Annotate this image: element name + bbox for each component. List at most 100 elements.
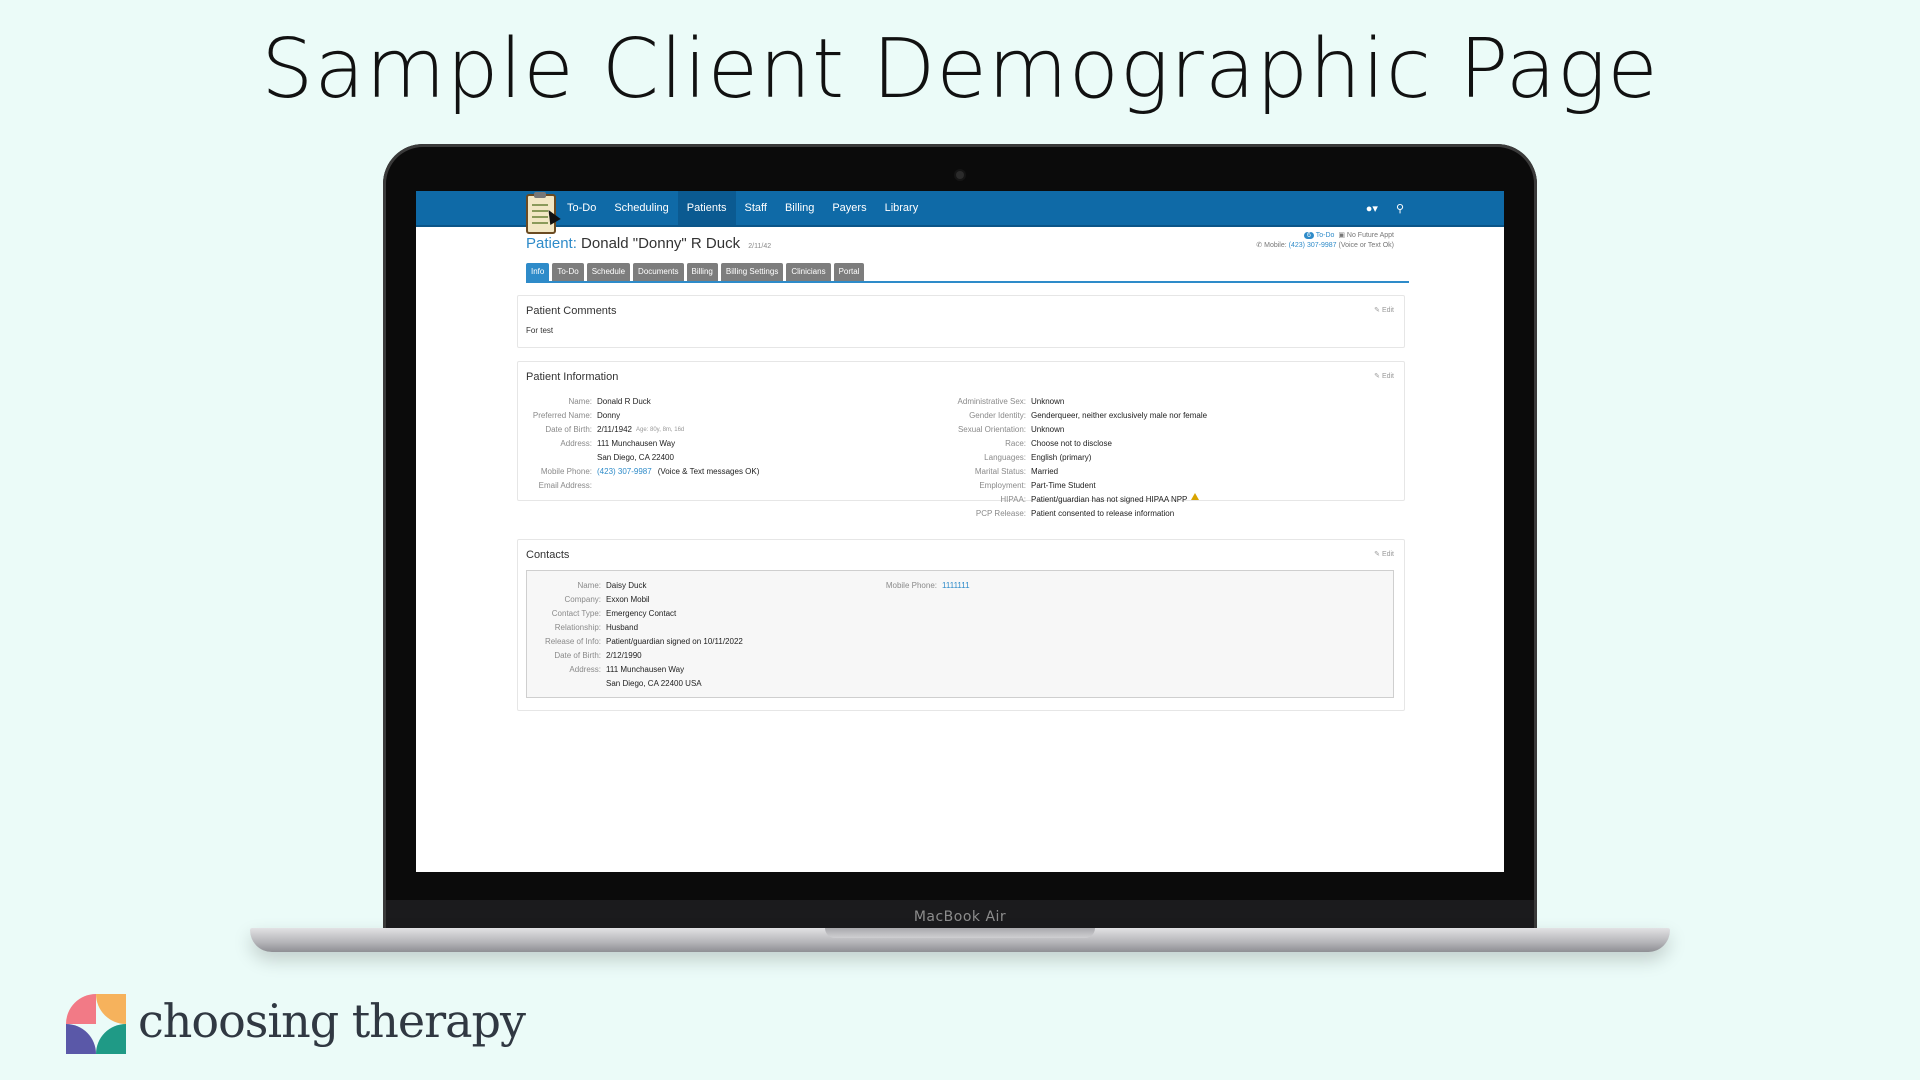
- user-icon[interactable]: ●▾: [1366, 202, 1378, 215]
- panel-title: Contacts: [526, 549, 570, 561]
- mobile-link[interactable]: (423) 307-9987: [1289, 242, 1337, 249]
- field-value[interactable]: (423) 307-9987: [597, 465, 652, 479]
- field-row: Date of Birth: 2/12/1990: [531, 649, 743, 663]
- slide-title: Sample Client Demographic Page: [261, 22, 1659, 117]
- field-label: Administrative Sex:: [957, 397, 1026, 406]
- edit-contacts-button[interactable]: ✎ Edit: [1374, 550, 1394, 558]
- field-value: Genderqueer, neither exclusively male no…: [1031, 411, 1208, 420]
- nav-item-billing[interactable]: Billing: [776, 191, 823, 225]
- tab-to-do[interactable]: To-Do: [552, 263, 584, 281]
- field-value: English (primary): [1031, 453, 1092, 462]
- field-row: Gender Identity: Genderqueer, neither exc…: [876, 409, 1207, 423]
- nav-item-scheduling[interactable]: Scheduling: [605, 191, 677, 225]
- bezel-label: MacBook Air: [913, 909, 1007, 925]
- nav-menu: To-Do Scheduling Patients Staff Billing Payer…: [558, 191, 927, 225]
- laptop-notch: [825, 928, 1095, 938]
- field-row: Address: 111 Munchausen Way: [522, 437, 759, 451]
- field-value: Part-Time Student: [1031, 481, 1096, 490]
- nav-item-to-do[interactable]: To-Do: [558, 191, 605, 225]
- tab-billing-settings[interactable]: Billing Settings: [720, 263, 784, 281]
- field-label: Preferred Name:: [532, 411, 592, 420]
- field-value: Patient/guardian has not signed HIPAA NP…: [1031, 495, 1188, 504]
- field-value: Choose not to disclose: [1031, 439, 1112, 448]
- patient-information-panel: Patient Information ✎ Edit Name: Donald R…: [517, 361, 1405, 518]
- tab-billing[interactable]: Billing: [686, 263, 718, 281]
- tab-schedule[interactable]: Schedule: [586, 263, 631, 281]
- field-label: PCP Release:: [975, 509, 1026, 518]
- field-label: HIPAA:: [1000, 495, 1026, 504]
- nav-item-staff[interactable]: Staff: [736, 191, 776, 225]
- age-text: Age: 80y, 8m, 16d: [636, 427, 685, 433]
- field-label: Contact Type:: [551, 609, 601, 618]
- field-row: Sexual Orientation: Unknown: [876, 423, 1207, 437]
- field-row: PCP Release: Patient consented to release…: [876, 507, 1207, 521]
- field-row: Name: Daisy Duck: [531, 579, 743, 593]
- field-label: Date of Birth:: [554, 651, 601, 660]
- todo-badge[interactable]: 6: [1304, 232, 1314, 239]
- no-appt-text: No Future Appt: [1346, 232, 1394, 239]
- field-value: 2/12/1990: [606, 651, 642, 660]
- field-value[interactable]: 1111111: [942, 579, 970, 593]
- field-label: Marital Status:: [974, 467, 1026, 476]
- field-row: Relationship: Husband: [531, 621, 743, 635]
- field-value: Unknown: [1031, 425, 1065, 434]
- patient-name: Donald "Donny" R Duck: [581, 235, 741, 252]
- field-label: Employment:: [979, 481, 1026, 490]
- patient-comments-panel: Patient Comments ✎ Edit For test: [517, 295, 1405, 348]
- calendar-icon: ▣: [1338, 232, 1345, 239]
- comment-text: For test: [526, 326, 554, 335]
- field-label: [531, 677, 601, 691]
- field-label: Address:: [560, 439, 592, 448]
- patient-tabs: Info To-Do Schedule Documents Billing Billing…: [526, 263, 1409, 283]
- field-label: Gender Identity:: [969, 411, 1026, 420]
- field-row: Name: Donald R Duck: [522, 395, 759, 409]
- field-value: 111 Munchausen Way: [606, 665, 685, 674]
- panel-title: Patient Information: [526, 371, 619, 383]
- field-label: Date of Birth:: [545, 425, 592, 434]
- contact-card: Name: Daisy Duck Company: Exxon Mobil Contac…: [526, 570, 1394, 698]
- edit-comments-button[interactable]: ✎ Edit: [1374, 306, 1394, 314]
- field-row: Administrative Sex: Unknown: [876, 395, 1207, 409]
- field-value: Exxon Mobil: [606, 595, 650, 604]
- field-row: Mobile Phone: (423) 307-9987 (Voice & Text…: [522, 465, 760, 479]
- field-label: Name:: [577, 581, 601, 590]
- tab-portal[interactable]: Portal: [833, 263, 865, 281]
- field-row: Preferred Name: Donny: [522, 409, 759, 423]
- field-row: Release of Info: Patient/guardian signed …: [531, 635, 743, 649]
- nav-item-patients[interactable]: Patients: [677, 191, 736, 225]
- edit-info-button[interactable]: ✎ Edit: [1374, 372, 1394, 380]
- field-label: Relationship:: [554, 623, 601, 632]
- field-value: Patient/guardian signed on 10/11/2022: [606, 637, 743, 646]
- field-label: Sexual Orientation:: [957, 425, 1026, 434]
- field-row: Mobile Phone: 1111111: [877, 579, 970, 593]
- field-row: Address: 111 Munchausen Way: [531, 663, 743, 677]
- field-value: San Diego, CA 22400: [597, 453, 674, 462]
- contact-right-list: Mobile Phone: 1111111: [877, 579, 970, 593]
- todo-link[interactable]: To-Do: [1316, 232, 1335, 239]
- search-icon[interactable]: ⚲: [1396, 202, 1404, 215]
- field-value: Married: [1031, 467, 1059, 476]
- field-label: Release of Info:: [544, 637, 601, 646]
- laptop-base: [250, 928, 1670, 952]
- field-value: Patient consented to release information: [1031, 509, 1175, 518]
- field-label: Company:: [564, 595, 601, 604]
- field-row: HIPAA: Patient/guardian has not signed HI…: [876, 493, 1207, 507]
- field-row: Languages: English (primary): [876, 451, 1207, 465]
- nav-item-library[interactable]: Library: [876, 191, 928, 225]
- field-row: Employment: Part-Time Student: [876, 479, 1207, 493]
- tab-clinicians[interactable]: Clinicians: [786, 263, 831, 281]
- field-value: 111 Munchausen Way: [597, 439, 676, 448]
- brand-name: choosing therapy: [138, 994, 526, 1048]
- field-label: Email Address:: [538, 481, 592, 490]
- tab-documents[interactable]: Documents: [633, 263, 684, 281]
- field-value: Donald R Duck: [597, 397, 651, 406]
- contacts-panel: Contacts ✎ Edit Name: Daisy Duck Company: E…: [517, 539, 1405, 711]
- mobile-note: (Voice or Text Ok): [1338, 242, 1394, 249]
- tab-info[interactable]: Info: [526, 263, 550, 281]
- field-row: Company: Exxon Mobil: [531, 593, 743, 607]
- laptop-screen: To-Do Scheduling Patients Staff Billing Payer…: [416, 191, 1504, 872]
- field-value: Emergency Contact: [606, 609, 677, 618]
- field-label: [522, 451, 592, 465]
- nav-item-payers[interactable]: Payers: [823, 191, 875, 225]
- field-row: Contact Type: Emergency Contact: [531, 607, 743, 621]
